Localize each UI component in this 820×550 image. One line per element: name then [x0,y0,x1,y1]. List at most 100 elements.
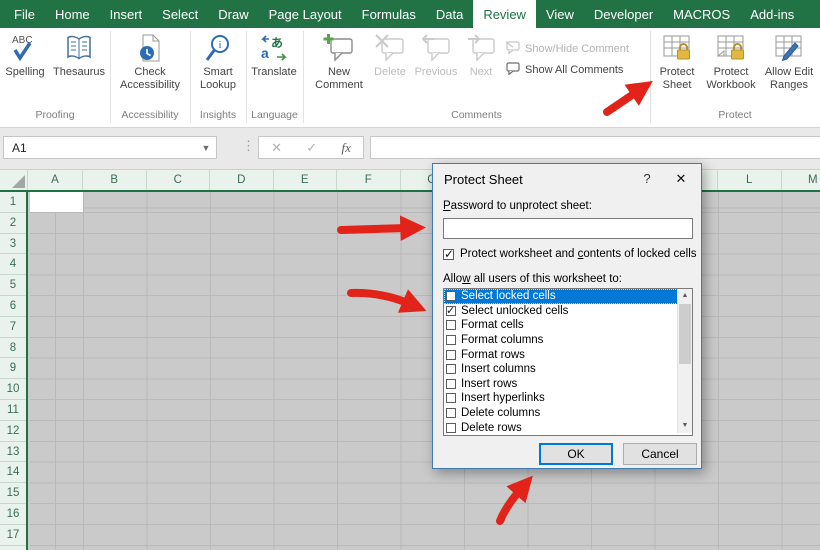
column-header-A[interactable]: A [28,170,83,190]
new-comment-button[interactable]: New Comment [310,32,368,106]
allow-item-insert-columns[interactable]: Insert columns [444,362,692,377]
checkbox[interactable] [446,304,456,317]
allow-item-select-unlocked-cells[interactable]: Select unlocked cells [444,304,692,319]
name-box[interactable]: A1 ▼ [3,136,217,159]
row-header-11[interactable]: 11 [0,400,26,421]
scroll-thumb[interactable] [679,304,691,364]
protect-workbook-button[interactable]: Protect Workbook [702,32,760,106]
column-header-E[interactable]: E [274,170,337,190]
row-header-4[interactable]: 4 [0,254,26,276]
scroll-down-icon[interactable]: ▼ [678,419,692,433]
row-header-12[interactable]: 12 [0,421,26,442]
allow-item-delete-rows[interactable]: Delete rows [444,420,692,435]
checkbox[interactable] [446,320,456,331]
thesaurus-button[interactable]: Thesaurus [48,32,110,106]
scroll-up-icon[interactable]: ▲ [678,289,692,303]
allow-item-label: Delete rows [461,421,522,434]
checkbox[interactable] [446,349,456,360]
list-scrollbar[interactable]: ▲ ▼ [677,289,692,433]
row-header-3[interactable]: 3 [0,234,26,255]
spelling-button[interactable]: ABC Spelling [2,32,48,106]
smart-lookup-icon: i [192,32,244,64]
check-accessibility-button[interactable]: Check Accessibility [112,32,188,106]
tab-insert[interactable]: Insert [100,0,153,28]
protect-sheet-icon [652,32,702,64]
tab-page-layout[interactable]: Page Layout [259,0,352,28]
checkbox[interactable] [446,335,456,346]
column-header-B[interactable]: B [83,170,147,190]
translate-button[interactable]: あa Translate [246,32,302,106]
row-header-13[interactable]: 13 [0,442,26,463]
tab-add-ins[interactable]: Add-ins [740,0,804,28]
group-label-proofing: Proofing [35,109,75,121]
row-header-15[interactable]: 15 [0,483,26,504]
row-header-17[interactable]: 17 [0,525,26,546]
checkbox[interactable] [446,291,456,302]
allow-item-format-rows[interactable]: Format rows [444,347,692,362]
password-input[interactable] [443,218,693,239]
tab-file[interactable]: File [4,0,45,28]
allow-item-select-locked-cells[interactable]: Select locked cells [444,289,692,304]
row-header-9[interactable]: 9 [0,358,26,380]
allow-item-label: Format cells [461,319,524,332]
insert-function-icon[interactable]: fx [341,140,350,156]
tab-draw[interactable]: Draw [208,0,258,28]
protect-contents-checkbox[interactable] [443,247,454,261]
ok-button[interactable]: OK [539,443,613,465]
checkbox[interactable] [446,378,456,389]
tab-review[interactable]: Review [473,0,536,28]
column-header-M[interactable]: M [782,170,820,190]
row-header-10[interactable]: 10 [0,379,26,400]
row-header-18[interactable]: 18 [0,546,26,550]
column-header-C[interactable]: C [147,170,210,190]
column-header-F[interactable]: F [337,170,401,190]
enter-entry-icon[interactable]: ✓ [306,140,317,156]
delete-comment-button[interactable]: Delete [368,32,412,106]
checkbox[interactable] [446,364,456,375]
active-cell-A1[interactable] [30,192,83,212]
checkbox[interactable] [446,408,456,419]
tab-select[interactable]: Select [152,0,208,28]
close-icon[interactable]: ✕ [673,171,689,187]
tab-data[interactable]: Data [426,0,473,28]
row-header-7[interactable]: 7 [0,317,26,338]
tab-developer[interactable]: Developer [584,0,663,28]
allow-item-insert-hyperlinks[interactable]: Insert hyperlinks [444,391,692,406]
row-header-14[interactable]: 14 [0,462,26,484]
row-header-6[interactable]: 6 [0,296,26,317]
next-comment-button[interactable]: Next [460,32,502,106]
row-header-8[interactable]: 8 [0,338,26,359]
tab-view[interactable]: View [536,0,584,28]
cancel-entry-icon[interactable]: ✕ [271,140,282,156]
tab-macros[interactable]: MACROS [663,0,740,28]
allow-item-format-cells[interactable]: Format cells [444,318,692,333]
svg-text:i: i [219,39,222,51]
row-header-5[interactable]: 5 [0,275,26,296]
dialog-titlebar[interactable]: Protect Sheet [433,164,701,194]
show-all-comments-button[interactable]: Show All Comments [505,61,623,79]
select-all-button[interactable] [0,170,28,190]
show-hide-comment-button[interactable]: Show/Hide Comment [505,40,629,58]
allow-edit-ranges-button[interactable]: Allow Edit Ranges [758,32,820,106]
formula-input[interactable] [370,136,820,159]
cancel-button[interactable]: Cancel [623,443,697,465]
help-icon[interactable]: ? [639,171,655,186]
allow-item-format-columns[interactable]: Format columns [444,333,692,348]
checkbox[interactable] [446,393,456,404]
name-box-dropdown-icon[interactable]: ▼ [196,143,216,153]
delete-comment-icon [368,32,412,64]
column-header-D[interactable]: D [210,170,274,190]
checkbox[interactable] [446,422,456,433]
row-header-16[interactable]: 16 [0,504,26,525]
tab-formulas[interactable]: Formulas [352,0,426,28]
smart-lookup-button[interactable]: i Smart Lookup [192,32,244,106]
row-header-2[interactable]: 2 [0,213,26,234]
row-header-1[interactable]: 1 [0,192,26,213]
column-header-L[interactable]: L [718,170,782,190]
protect-sheet-button[interactable]: Protect Sheet [652,32,702,106]
protect-contents-row[interactable]: Protect worksheet and contents of locked… [443,247,699,261]
tab-home[interactable]: Home [45,0,100,28]
allow-item-insert-rows[interactable]: Insert rows [444,377,692,392]
previous-comment-button[interactable]: Previous [412,32,460,106]
allow-item-delete-columns[interactable]: Delete columns [444,406,692,421]
